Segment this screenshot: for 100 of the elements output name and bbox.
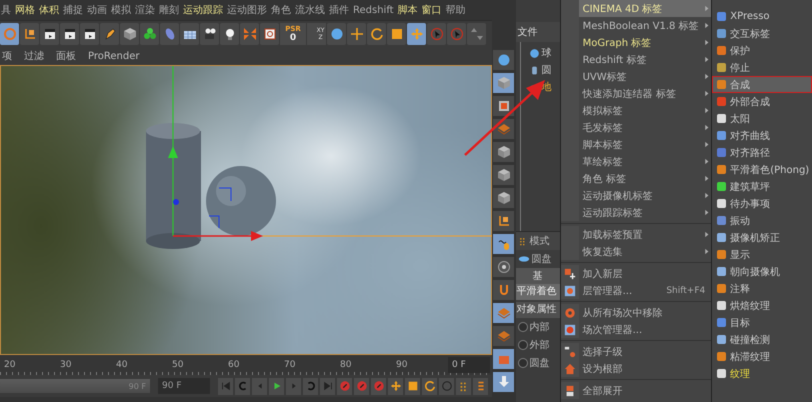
transport-button[interactable]: [269, 378, 284, 394]
toolbar-button[interactable]: [60, 23, 79, 45]
submenu-item[interactable]: 纹理: [712, 365, 812, 382]
submenu-item[interactable]: XPresso: [712, 8, 812, 25]
phong-tab[interactable]: 平滑着色: [516, 284, 560, 300]
menu-item[interactable]: 雕刻: [159, 3, 179, 17]
menu-item[interactable]: ProRender: [88, 50, 140, 62]
tool-button[interactable]: [493, 188, 514, 208]
menu-item[interactable]: 体积: [39, 3, 59, 17]
end-frame-field[interactable]: 90 F: [158, 378, 210, 394]
submenu-item[interactable]: 待办事项: [712, 195, 812, 212]
tool-button[interactable]: [493, 211, 514, 231]
object-name[interactable]: 圆: [542, 63, 552, 77]
menu-item[interactable]: 项: [2, 49, 12, 63]
menu-item[interactable]: 恢复选集: [560, 243, 712, 260]
submenu-item[interactable]: 建筑草坪: [712, 178, 812, 195]
submenu-item[interactable]: 显示: [712, 246, 812, 263]
menu-item[interactable]: 快速添加连结器 标签: [560, 85, 712, 102]
menu-item[interactable]: Redshift: [353, 4, 394, 16]
submenu-item[interactable]: 碰撞检测: [712, 331, 812, 348]
submenu-item[interactable]: 合成: [712, 76, 812, 93]
toolbar-button[interactable]: [100, 23, 119, 45]
tool-button[interactable]: [493, 234, 514, 254]
menu-item[interactable]: 设为根部: [560, 360, 712, 377]
tool-button[interactable]: [493, 372, 514, 392]
submenu-item[interactable]: 摄像机矫正: [712, 229, 812, 246]
transport-button[interactable]: [235, 378, 250, 394]
menu-item[interactable]: 场次管理器...: [560, 321, 712, 338]
submenu-item[interactable]: 停止: [712, 59, 812, 76]
menu-item[interactable]: 角色: [271, 3, 291, 17]
menu-item[interactable]: 脚本: [398, 3, 418, 17]
transport-button[interactable]: [388, 378, 403, 394]
menu-item[interactable]: 捕捉: [63, 3, 83, 17]
transport-button[interactable]: [456, 378, 471, 394]
menu-item[interactable]: 运动跟踪: [183, 3, 223, 17]
object-name[interactable]: 球: [542, 46, 552, 60]
submenu-item[interactable]: 平滑着色(Phong): [712, 161, 812, 178]
menu-item[interactable]: 从所有场次中移除: [560, 304, 712, 321]
submenu-item[interactable]: 保护: [712, 42, 812, 59]
toolbar-button[interactable]: [260, 23, 279, 45]
menu-item[interactable]: 全部展开: [560, 382, 712, 399]
timeline-ruler[interactable]: 20 30 40 50 60 70 80 90 0 F: [0, 355, 492, 375]
menu-item[interactable]: 草绘标签: [560, 153, 712, 170]
transport-button[interactable]: [371, 378, 386, 394]
menu-item[interactable]: 层管理器... Shift+F4: [560, 282, 712, 299]
submenu-item[interactable]: 朝向摄像机: [712, 263, 812, 280]
radio-button[interactable]: [518, 340, 528, 350]
submenu-item[interactable]: 振动: [712, 212, 812, 229]
transport-button[interactable]: [354, 378, 369, 394]
menu-item[interactable]: 过滤: [24, 49, 44, 63]
tool-button[interactable]: [493, 165, 514, 185]
tool-button[interactable]: [493, 50, 514, 70]
menu-item[interactable]: 运动摄像机标签: [560, 187, 712, 204]
submenu-item[interactable]: 外部合成: [712, 93, 812, 110]
tool-button[interactable]: [493, 73, 514, 93]
current-frame-field[interactable]: 0 F: [448, 357, 490, 373]
submenu-item[interactable]: 烘焙纹理: [712, 297, 812, 314]
submenu-item[interactable]: 太阳: [712, 110, 812, 127]
menu-item[interactable]: 窗口: [422, 3, 442, 17]
menu-item[interactable]: 流水线: [295, 3, 325, 17]
menu-item[interactable]: 运动图形: [227, 3, 267, 17]
submenu-item[interactable]: 粘滞纹理: [712, 348, 812, 365]
submenu-item[interactable]: 对齐曲线: [712, 127, 812, 144]
menu-item[interactable]: 面板: [56, 49, 76, 63]
transport-button[interactable]: [337, 378, 352, 394]
basic-tab[interactable]: 基: [516, 268, 560, 284]
transport-button[interactable]: [422, 378, 437, 394]
menu-item[interactable]: CINEMA 4D 标签: [560, 0, 712, 17]
object-manager-tab[interactable]: 文件: [516, 22, 560, 42]
tool-button[interactable]: [493, 96, 514, 116]
mode-label[interactable]: 模式: [530, 234, 550, 248]
tool-button[interactable]: [493, 257, 514, 277]
menu-item[interactable]: 模拟标签: [560, 102, 712, 119]
tool-button[interactable]: [493, 349, 514, 369]
tool-button[interactable]: [493, 280, 514, 300]
menu-item[interactable]: 运动跟踪标签: [560, 204, 712, 221]
transport-button[interactable]: [405, 378, 420, 394]
menu-item[interactable]: Redshift 标签: [560, 51, 712, 68]
submenu-item[interactable]: 目标: [712, 314, 812, 331]
menu-item[interactable]: 渲染: [135, 3, 155, 17]
toolbar-button[interactable]: [40, 23, 59, 45]
menu-item[interactable]: 角色 标签: [560, 170, 712, 187]
menu-item[interactable]: 帮助: [446, 3, 466, 17]
menu-item[interactable]: 选择子级: [560, 343, 712, 360]
menu-item[interactable]: 加入新层: [560, 265, 712, 282]
submenu-item[interactable]: 交互标签: [712, 25, 812, 42]
menu-item[interactable]: 动画: [87, 3, 107, 17]
menu-item[interactable]: 毛发标签: [560, 119, 712, 136]
menu-item[interactable]: UVW标签: [560, 68, 712, 85]
menu-item[interactable]: 加载标签预置: [560, 226, 712, 243]
radio-button[interactable]: [518, 358, 528, 368]
tool-button[interactable]: [493, 142, 514, 162]
menu-item[interactable]: 具: [1, 3, 11, 17]
menu-item[interactable]: MeshBoolean V1.8 标签: [560, 17, 712, 34]
toolbar-button[interactable]: [220, 23, 239, 45]
toolbar-button[interactable]: [200, 23, 219, 45]
menu-item[interactable]: 网格: [15, 3, 35, 17]
menu-item[interactable]: 脚本标签: [560, 136, 712, 153]
toolbar-button[interactable]: [80, 23, 99, 45]
menu-item[interactable]: MoGraph 标签: [560, 34, 712, 51]
